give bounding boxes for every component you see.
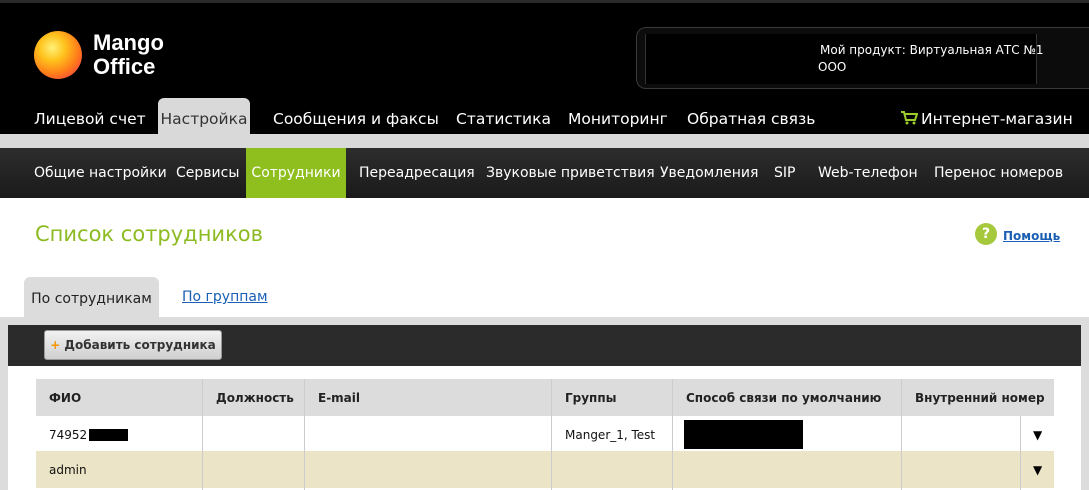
dropdown-divider [1020, 416, 1021, 490]
app-header: Mango Office Мой продукт: Виртуальная АТ… [0, 0, 1089, 137]
column-divider [901, 379, 902, 490]
brand-line-1: Mango [93, 30, 164, 55]
redacted-contact-method [684, 420, 803, 449]
tab-monitoring[interactable]: Мониторинг [568, 98, 668, 137]
tab-statistics[interactable]: Статистика [456, 98, 551, 137]
add-employee-button[interactable]: + Добавить сотрудника [44, 330, 222, 360]
plus-icon: + [50, 338, 61, 352]
column-header-position[interactable]: Должность [216, 379, 294, 416]
employee-name[interactable]: 74952 [49, 428, 87, 442]
tab-settings[interactable]: Настройка [158, 98, 250, 137]
subnav-forwarding[interactable]: Переадресация [359, 148, 475, 198]
column-header-name[interactable]: ФИО [49, 379, 81, 416]
column-header-email[interactable]: E-mail [318, 379, 360, 416]
employee-groups: Manger_1, Test [565, 428, 656, 442]
subnav-general-settings[interactable]: Общие настройки [34, 148, 167, 198]
nav-separator [0, 134, 1089, 148]
chevron-down-icon[interactable]: ▼ [1033, 428, 1042, 442]
subnav-greetings[interactable]: Звуковые приветствия [486, 148, 655, 198]
chevron-down-icon[interactable]: ▼ [1033, 463, 1042, 477]
product-label[interactable]: Мой продукт: Виртуальная АТС №1 [820, 43, 1044, 57]
brand-logo-text[interactable]: Mango Office [93, 31, 164, 79]
column-header-default-contact[interactable]: Способ связи по умолчанию [686, 379, 881, 416]
column-header-groups[interactable]: Группы [565, 379, 617, 416]
subnav-sip[interactable]: SIP [774, 148, 795, 198]
content-frame-right [1081, 325, 1089, 490]
shop-link[interactable]: Интернет-магазин [900, 98, 1073, 137]
subnav-number-transfer[interactable]: Перенос номеров [934, 148, 1063, 198]
add-employee-label: Добавить сотрудника [64, 338, 216, 352]
shop-label: Интернет-магазин [921, 110, 1073, 128]
subnav-employees[interactable]: Сотрудники [246, 148, 346, 198]
shopping-cart-icon [901, 111, 918, 125]
sub-navigation: Общие настройки Сервисы Сотрудники Переа… [0, 148, 1089, 198]
tab-account[interactable]: Лицевой счет [34, 98, 146, 137]
tab-by-groups[interactable]: По группам [182, 289, 268, 305]
employee-name[interactable]: admin [49, 463, 87, 477]
redacted-phone-digits [89, 429, 128, 441]
content-frame-top [0, 317, 1089, 325]
column-divider [551, 379, 552, 490]
content-frame-left [0, 325, 8, 490]
product-company: ООО [818, 60, 847, 74]
top-navigation: Лицевой счет Настройка Сообщения и факсы… [0, 98, 1089, 137]
column-divider [304, 379, 305, 490]
subnav-web-phone[interactable]: Web-телефон [818, 148, 918, 198]
column-divider [672, 379, 673, 490]
page-title: Список сотрудников [35, 222, 263, 246]
column-header-extension[interactable]: Внутренний номер [915, 379, 1045, 416]
product-redacted-area [645, 34, 1037, 84]
column-divider [202, 379, 203, 490]
subnav-notifications[interactable]: Уведомления [660, 148, 758, 198]
tab-feedback[interactable]: Обратная связь [687, 98, 815, 137]
tab-by-employees[interactable]: По сотрудникам [24, 277, 159, 317]
brand-line-2: Office [93, 54, 156, 79]
mango-logo-icon[interactable] [34, 31, 82, 79]
product-panel [636, 27, 1089, 89]
tab-messages-faxes[interactable]: Сообщения и факсы [273, 98, 439, 137]
help-link[interactable]: Помощь [1003, 229, 1060, 243]
help-icon[interactable]: ? [975, 223, 997, 245]
subnav-services[interactable]: Сервисы [176, 148, 239, 198]
